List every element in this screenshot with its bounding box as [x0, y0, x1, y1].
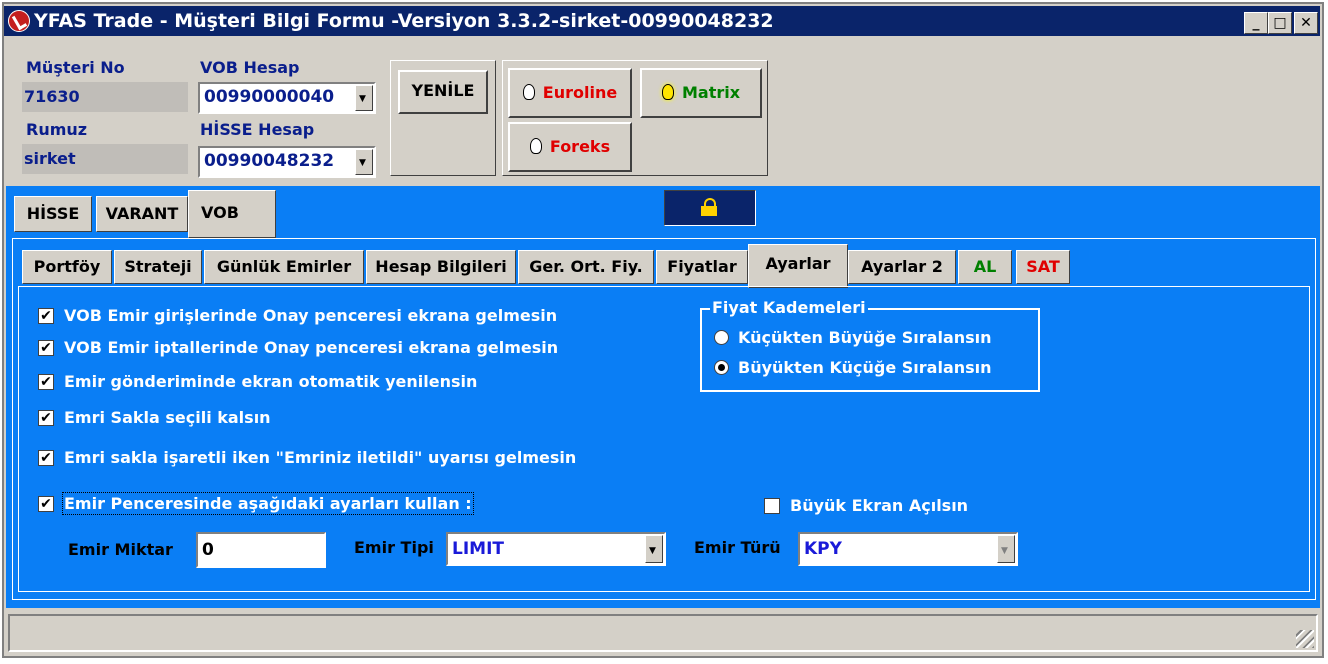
- check-label: Emri Sakla seçili kalsın: [64, 408, 271, 427]
- matrix-button[interactable]: Matrix: [640, 68, 762, 118]
- check-label: Emir gönderiminde ekran otomatik yenilen…: [64, 372, 478, 391]
- type-label: Emir Tipi: [354, 538, 434, 557]
- stock-account-value: 00990048232: [204, 151, 335, 171]
- stock-account-select[interactable]: 00990048232 ▼: [198, 146, 376, 178]
- nickname-label: Rumuz: [26, 120, 88, 139]
- stock-account-label: HİSSE Hesap: [200, 120, 315, 139]
- subtab-ayarlar[interactable]: Ayarlar: [748, 244, 848, 288]
- type-select[interactable]: LIMIT ▼: [446, 532, 666, 566]
- tab-varant[interactable]: VARANT: [96, 196, 188, 232]
- foreks-label: Foreks: [549, 137, 611, 156]
- qty-value: 0: [202, 540, 214, 560]
- kind-label: Emir Türü: [694, 538, 781, 557]
- subtab-strateji[interactable]: Strateji: [114, 250, 202, 284]
- vob-account-value: 00990000040: [204, 87, 335, 107]
- vob-account-select[interactable]: 00990000040 ▼: [198, 82, 376, 114]
- lock-icon: [701, 198, 717, 216]
- subtab-gunluk-emirler[interactable]: Günlük Emirler: [204, 250, 364, 284]
- check-label: VOB Emir girişlerinde Onay penceresi ekr…: [64, 306, 558, 325]
- radio-label: Büyükten Küçüğe Sıralansın: [738, 358, 992, 377]
- status-bar: [8, 614, 1318, 652]
- checkbox-checked-icon: ✔: [38, 340, 54, 356]
- refresh-button[interactable]: YENİLE: [398, 70, 488, 114]
- nickname-value: sirket: [22, 144, 188, 174]
- app-logo-icon: [8, 10, 30, 32]
- qty-input[interactable]: 0: [196, 532, 326, 568]
- bulb-icon: [522, 84, 535, 100]
- vob-account-label: VOB Hesap: [200, 58, 300, 77]
- customer-no-label: Müşteri No: [26, 58, 125, 77]
- tab-vob[interactable]: VOB: [188, 190, 276, 238]
- foreks-button[interactable]: Foreks: [508, 122, 632, 172]
- chevron-down-icon[interactable]: ▼: [645, 535, 663, 563]
- minimize-button[interactable]: _: [1244, 12, 1268, 34]
- subtab-fiyatlar[interactable]: Fiyatlar: [656, 250, 748, 284]
- chevron-down-icon[interactable]: ▼: [355, 149, 373, 175]
- checkbox-unchecked-icon: [764, 498, 780, 514]
- check-label: VOB Emir iptallerinde Onay penceresi ekr…: [64, 338, 559, 357]
- chevron-down-icon[interactable]: ▼: [355, 85, 373, 111]
- checkbox-checked-icon: ✔: [38, 308, 54, 324]
- lock-indicator[interactable]: [664, 190, 756, 226]
- bulb-icon: [529, 138, 542, 154]
- euroline-button[interactable]: Euroline: [508, 68, 632, 118]
- customer-no-value: 71630: [22, 82, 188, 112]
- tab-hisse[interactable]: HİSSE: [14, 196, 92, 232]
- check-label: Büyük Ekran Açılsın: [790, 496, 969, 515]
- resize-grip-icon[interactable]: [1296, 630, 1314, 648]
- kind-select[interactable]: KPY ▼: [798, 532, 1018, 566]
- check-label: Emir Penceresinde aşağıdaki ayarları kul…: [62, 492, 474, 515]
- subtab-sat[interactable]: SAT: [1016, 250, 1070, 284]
- radio-selected-icon: [714, 360, 729, 375]
- euroline-label: Euroline: [542, 83, 618, 102]
- subtab-al[interactable]: AL: [958, 250, 1012, 284]
- close-button[interactable]: ✕: [1294, 12, 1318, 34]
- price-levels-group: [700, 308, 1040, 392]
- qty-label: Emir Miktar: [68, 540, 173, 559]
- matrix-label: Matrix: [681, 83, 741, 102]
- chevron-down-icon[interactable]: ▼: [997, 535, 1015, 563]
- checkbox-checked-icon: ✔: [38, 496, 54, 512]
- checkbox-checked-icon: ✔: [38, 450, 54, 466]
- lit-bulb-icon: [661, 84, 674, 100]
- price-levels-title: Fiyat Kademeleri: [710, 298, 868, 317]
- checkbox-checked-icon: ✔: [38, 374, 54, 390]
- subtab-ger-ort-fiy[interactable]: Ger. Ort. Fiy.: [518, 250, 654, 284]
- title-bar: YFAS Trade - Müşteri Bilgi Formu -Versiy…: [4, 6, 1320, 36]
- maximize-button[interactable]: □: [1268, 12, 1292, 34]
- window-title: YFAS Trade - Müşteri Bilgi Formu -Versiy…: [34, 10, 774, 32]
- subtab-portfoy[interactable]: Portföy: [22, 250, 112, 284]
- subtab-ayarlar-2[interactable]: Ayarlar 2: [848, 250, 956, 284]
- radio-icon: [714, 330, 729, 345]
- radio-label: Küçükten Büyüğe Sıralansın: [738, 328, 992, 347]
- checkbox-checked-icon: ✔: [38, 410, 54, 426]
- kind-value: KPY: [804, 539, 842, 559]
- check-label: Emri sakla işaretli iken "Emriniz iletil…: [64, 448, 577, 467]
- subtab-hesap-bilgileri[interactable]: Hesap Bilgileri: [366, 250, 516, 284]
- type-value: LIMIT: [452, 539, 504, 559]
